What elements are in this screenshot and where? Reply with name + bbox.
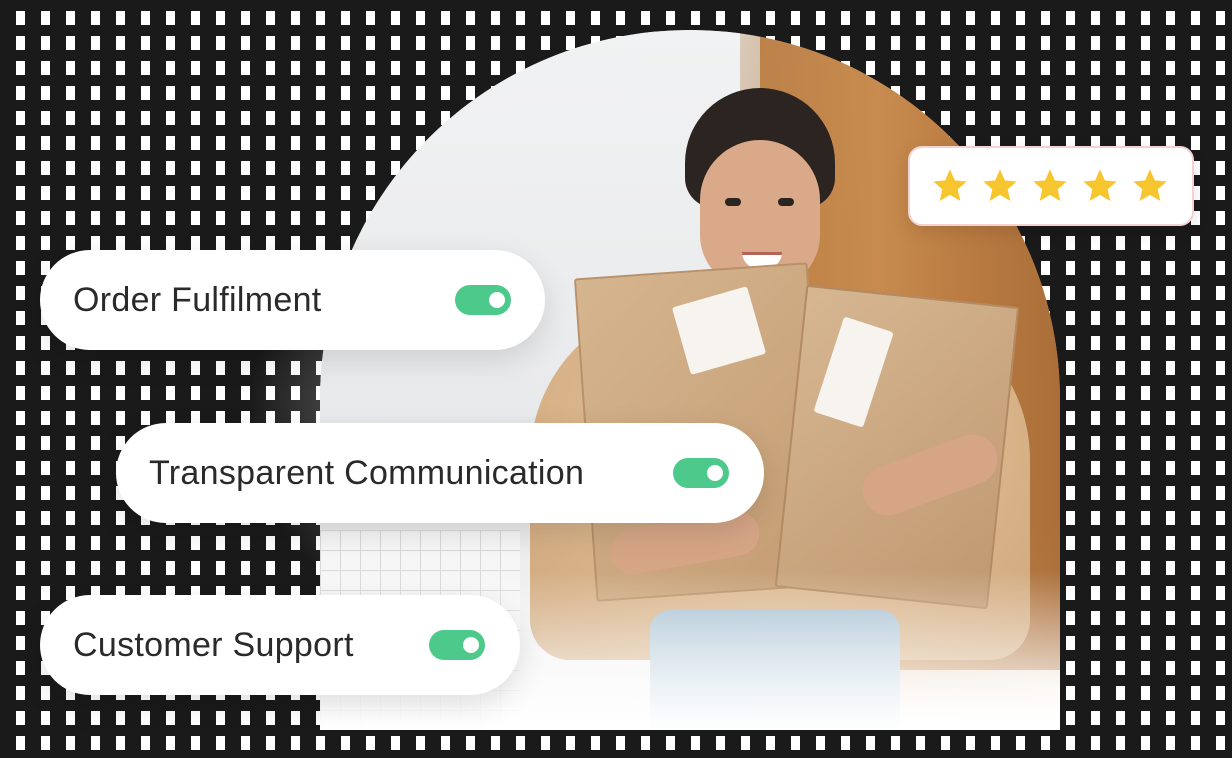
star-icon — [1033, 169, 1067, 201]
star-icon — [1083, 169, 1117, 201]
rating-card — [908, 146, 1194, 226]
star-shape — [1133, 169, 1167, 201]
feature-label: Customer Support — [73, 625, 354, 664]
photo-eye-left — [725, 198, 741, 206]
toggle-switch-icon[interactable] — [673, 458, 729, 488]
toggle-knob — [463, 637, 479, 653]
photo-box-label — [813, 316, 894, 428]
photo-box-label — [671, 286, 767, 375]
star-icon — [933, 169, 967, 201]
toggle-knob — [707, 465, 723, 481]
feature-pill-transparent-communication: Transparent Communication — [116, 423, 764, 523]
toggle-knob — [489, 292, 505, 308]
star-shape — [983, 169, 1017, 201]
photo-eye-right — [778, 198, 794, 206]
feature-label: Order Fulfilment — [73, 280, 322, 319]
star-shape — [933, 169, 967, 201]
toggle-switch-icon[interactable] — [429, 630, 485, 660]
star-shape — [1033, 169, 1067, 201]
star-shape — [1083, 169, 1117, 201]
star-icon — [983, 169, 1017, 201]
star-icon — [1133, 169, 1167, 201]
feature-label: Transparent Communication — [149, 453, 585, 492]
feature-pill-order-fulfilment: Order Fulfilment — [40, 250, 545, 350]
feature-pill-customer-support: Customer Support — [40, 595, 520, 695]
toggle-switch-icon[interactable] — [455, 285, 511, 315]
